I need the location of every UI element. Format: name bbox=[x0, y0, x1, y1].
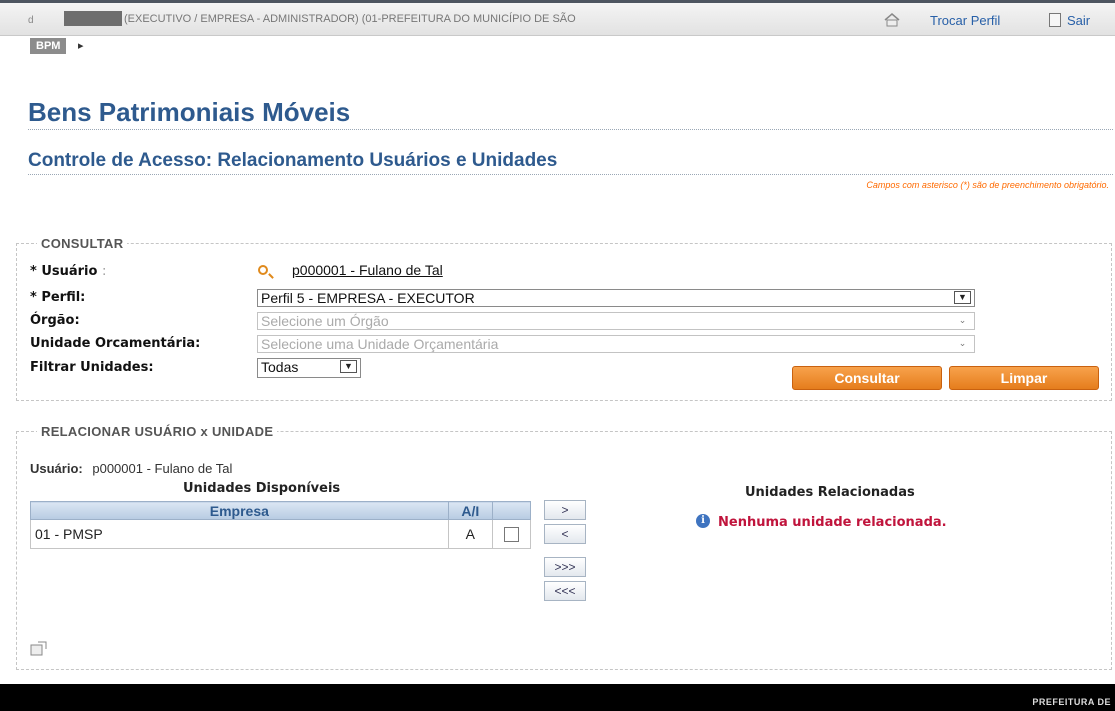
chevron-down-icon[interactable]: ▼ bbox=[954, 291, 971, 304]
user-profile-info: (EXECUTIVO / EMPRESA - ADMINISTRADOR) (0… bbox=[124, 13, 576, 25]
footer-brand: PREFEITURA DE bbox=[1032, 697, 1111, 707]
relacionar-usuario: Usuário: p000001 - Fulano de Tal bbox=[30, 461, 232, 476]
relacionar-legend: RELACIONAR USUÁRIO x UNIDADE bbox=[41, 424, 274, 439]
move-right-button[interactable]: > bbox=[544, 500, 586, 520]
usuario-link[interactable]: p000001 - Fulano de Tal bbox=[292, 262, 443, 278]
chevron-down-icon[interactable]: ⌄ bbox=[954, 314, 971, 327]
perfil-select[interactable]: Perfil 5 - EMPRESA - EXECUTOR ▼ bbox=[257, 289, 975, 307]
unidades-disponiveis-title: Unidades Disponíveis bbox=[183, 481, 341, 496]
unidade-placeholder: Selecione uma Unidade Orçamentária bbox=[261, 336, 499, 352]
cell-empresa: 01 - PMSP bbox=[30, 519, 449, 549]
unidades-relacionadas-title: Unidades Relacionadas bbox=[745, 485, 915, 500]
redacted-username bbox=[64, 11, 122, 26]
column-header-ai[interactable]: A/I bbox=[447, 501, 493, 520]
consultar-button[interactable]: Consultar bbox=[792, 366, 942, 390]
title-divider bbox=[28, 129, 1113, 130]
sair-link[interactable]: Sair bbox=[1067, 13, 1090, 28]
home-icon[interactable] bbox=[884, 13, 900, 27]
perfil-label: * Perfil: bbox=[30, 290, 86, 305]
filtrar-unidades-select[interactable]: Todas ▼ bbox=[257, 358, 361, 378]
orgao-placeholder: Selecione um Órgão bbox=[261, 313, 389, 329]
orgao-label: Órgão: bbox=[30, 313, 80, 328]
orgao-select[interactable]: Selecione um Órgão ⌄ bbox=[257, 312, 975, 330]
empty-relacionadas-message: Nenhuma unidade relacionada. bbox=[718, 515, 947, 530]
info-icon: i bbox=[696, 514, 710, 528]
table-row[interactable]: 01 - PMSP A bbox=[30, 519, 532, 549]
trocar-perfil-link[interactable]: Trocar Perfil bbox=[930, 13, 1000, 28]
breadcrumb-arrow-icon: ▸ bbox=[78, 40, 84, 52]
usuario-label: * Usuário : bbox=[30, 264, 107, 279]
unidades-disponiveis-table: Empresa A/I 01 - PMSP A bbox=[30, 501, 532, 549]
chevron-down-icon[interactable]: ▼ bbox=[340, 360, 357, 373]
search-icon[interactable] bbox=[258, 265, 268, 275]
consultar-legend: CONSULTAR bbox=[41, 236, 124, 251]
top-bar-lead: d bbox=[28, 15, 34, 26]
move-all-right-button[interactable]: >>> bbox=[544, 557, 586, 577]
relacionar-usuario-value: p000001 - Fulano de Tal bbox=[92, 461, 233, 476]
chevron-down-icon[interactable]: ⌄ bbox=[954, 337, 971, 350]
perfil-selected-value: Perfil 5 - EMPRESA - EXECUTOR bbox=[261, 290, 475, 306]
column-header-select bbox=[491, 501, 532, 520]
logout-icon[interactable] bbox=[1049, 13, 1061, 27]
row-checkbox-cell bbox=[491, 519, 532, 549]
unidade-orcamentaria-label: Unidade Orcamentária: bbox=[30, 336, 201, 351]
section-title: Controle de Acesso: Relacionamento Usuár… bbox=[28, 150, 558, 171]
move-left-button[interactable]: < bbox=[544, 524, 586, 544]
relacionar-usuario-label: Usuário: bbox=[30, 461, 83, 476]
filtrar-selected-value: Todas bbox=[261, 359, 299, 375]
table-header-row: Empresa A/I bbox=[30, 501, 532, 520]
required-fields-note: Campos com asterisco (*) são de preenchi… bbox=[866, 180, 1109, 190]
column-header-empresa[interactable]: Empresa bbox=[30, 501, 449, 520]
top-bar: d (EXECUTIVO / EMPRESA - ADMINISTRADOR) … bbox=[0, 0, 1115, 36]
row-checkbox[interactable] bbox=[503, 527, 519, 543]
cell-ai: A bbox=[447, 519, 493, 549]
limpar-button[interactable]: Limpar bbox=[949, 366, 1099, 390]
filtrar-unidades-label: Filtrar Unidades: bbox=[30, 360, 154, 375]
export-icon[interactable] bbox=[30, 640, 48, 656]
section-divider bbox=[28, 174, 1113, 175]
move-all-left-button[interactable]: <<< bbox=[544, 581, 586, 601]
page-title: Bens Patrimoniais Móveis bbox=[28, 97, 351, 127]
footer: PREFEITURA DE bbox=[0, 684, 1115, 711]
unidade-orcamentaria-select[interactable]: Selecione uma Unidade Orçamentária ⌄ bbox=[257, 335, 975, 353]
breadcrumb-bpm[interactable]: BPM bbox=[30, 38, 67, 54]
